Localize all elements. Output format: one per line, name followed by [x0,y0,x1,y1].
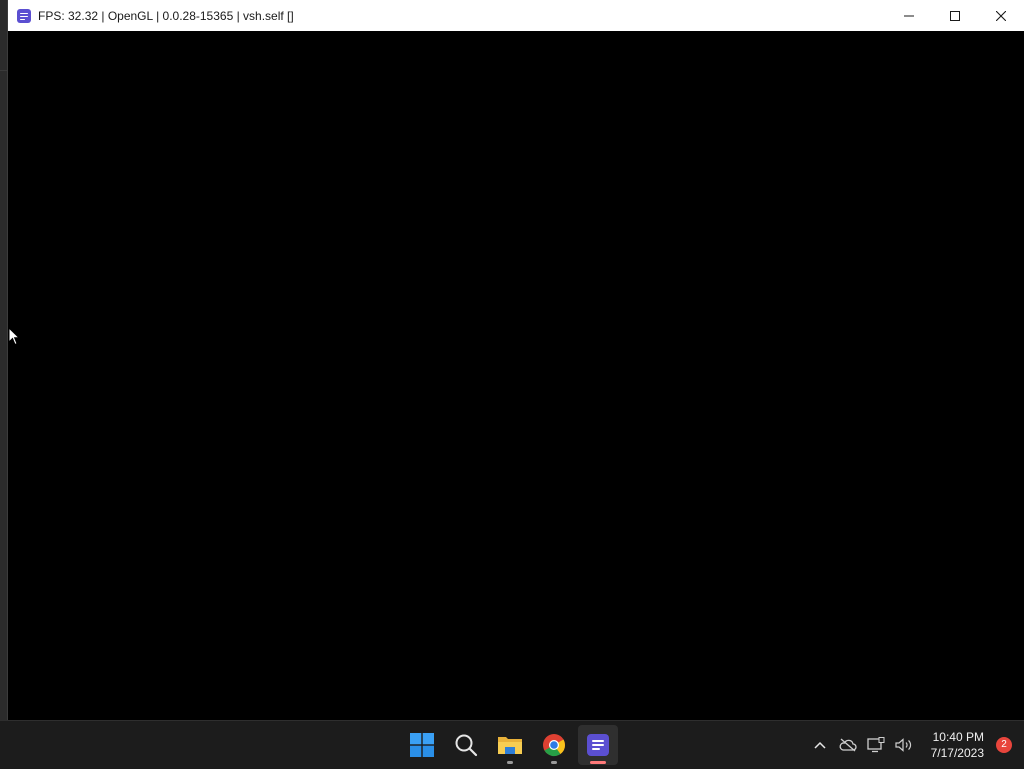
chrome-button[interactable] [534,725,574,765]
chevron-up-icon [814,741,826,749]
taskbar: 10:40 PM 7/17/2023 2 [0,720,1024,768]
minimize-icon [904,15,914,16]
chrome-icon [543,734,566,757]
onedrive-tray-button[interactable] [835,733,861,757]
start-button[interactable] [402,725,442,765]
network-icon [866,737,885,753]
clock[interactable]: 10:40 PM 7/17/2023 [931,729,984,761]
mouse-cursor-icon [8,327,20,346]
close-button[interactable] [978,0,1024,31]
clock-date: 7/17/2023 [930,746,984,760]
emulator-taskbar-button[interactable] [578,725,618,765]
search-icon [455,734,478,757]
folder-icon [498,737,522,754]
search-button[interactable] [446,725,486,765]
maximize-icon [950,10,960,21]
file-explorer-button[interactable] [490,725,530,765]
clock-time: 10:40 PM [932,730,984,744]
running-indicator [551,761,557,764]
network-tray-button[interactable] [863,733,889,757]
cloud-offline-icon [839,738,857,752]
taskbar-apps [402,721,622,769]
close-icon [996,10,1006,21]
show-hidden-icons-button[interactable] [807,733,833,757]
active-indicator [590,761,606,764]
volume-tray-button[interactable] [891,733,917,757]
window-title: FPS: 32.32 | OpenGL | 0.0.28-15365 | vsh… [38,8,294,23]
background-window-edge [0,0,8,720]
app-icon [587,734,609,756]
maximize-button[interactable] [932,0,978,31]
volume-icon [895,738,911,752]
render-viewport[interactable] [8,31,1024,720]
desktop: FPS: 32.32 | OpenGL | 0.0.28-15365 | vsh… [0,0,1024,768]
emulator-window: FPS: 32.32 | OpenGL | 0.0.28-15365 | vsh… [8,0,1024,720]
running-indicator [507,761,513,764]
system-tray: 10:40 PM 7/17/2023 2 [807,721,1024,769]
window-controls [886,0,1024,31]
minimize-button[interactable] [886,0,932,31]
windows-start-icon [410,733,434,757]
notification-badge[interactable]: 2 [996,737,1012,753]
app-icon [17,8,31,23]
title-bar[interactable]: FPS: 32.32 | OpenGL | 0.0.28-15365 | vsh… [8,0,1024,31]
